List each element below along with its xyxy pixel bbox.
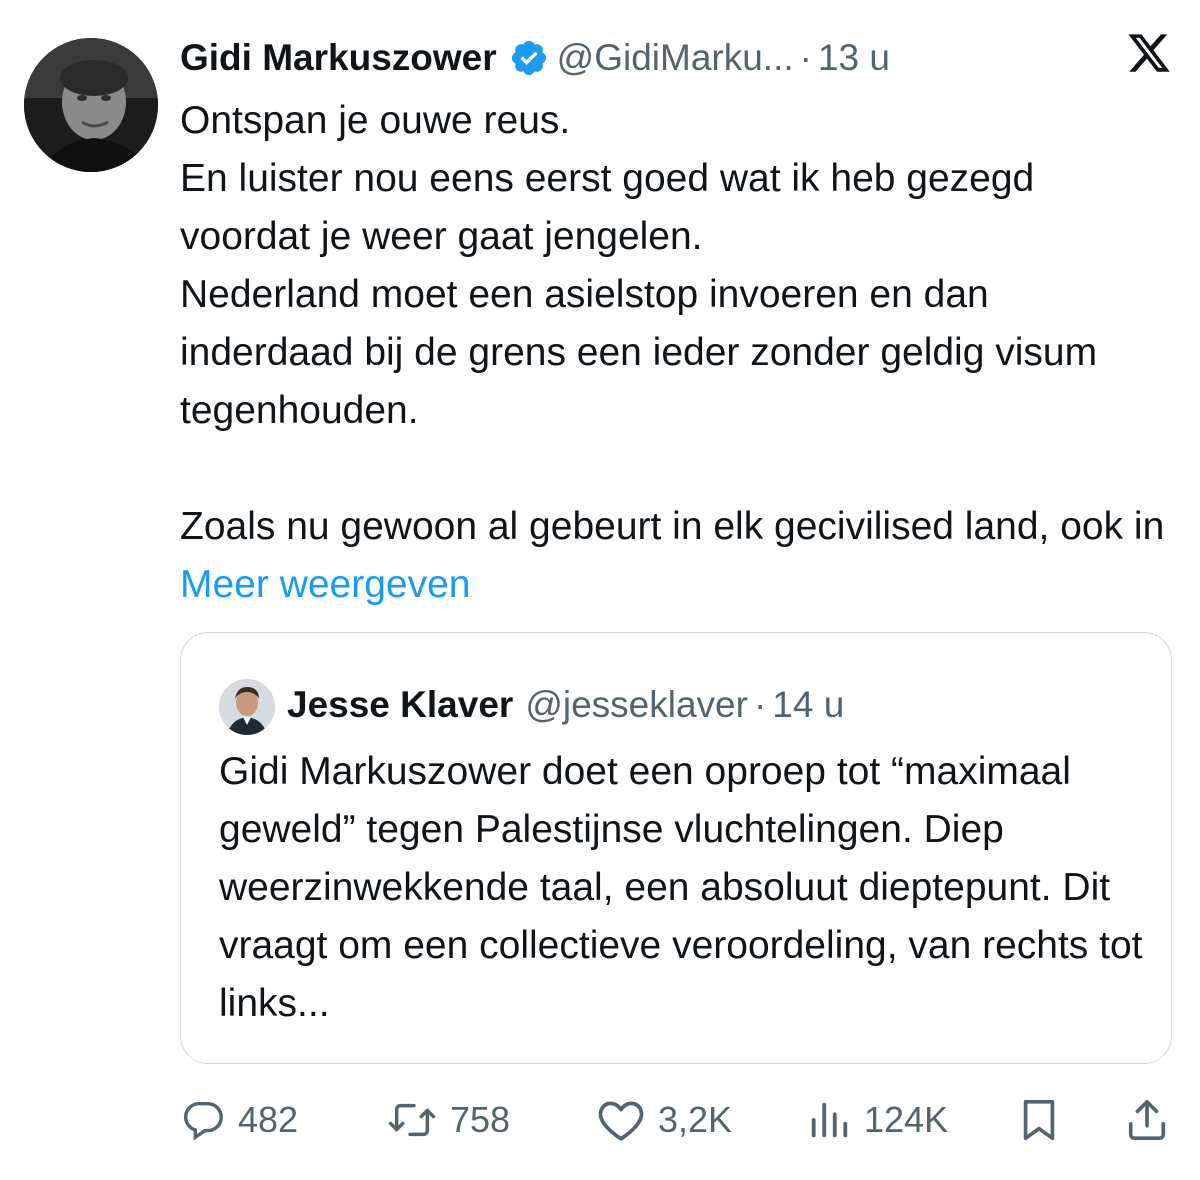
views-button[interactable]: 124K (806, 1090, 948, 1150)
x-logo-icon[interactable] (1126, 30, 1172, 76)
repost-button[interactable]: 758 (386, 1090, 510, 1150)
tweet-line-1: Ontspan je ouwe reus. (180, 99, 571, 142)
quoted-tweet-header: Jesse Klaver @jesseklaver · 14 u (287, 677, 844, 733)
quoted-timestamp[interactable]: 14 u (772, 684, 844, 726)
author-handle[interactable]: @GidiMarku... (557, 37, 794, 79)
tweet-line-3: Nederland moet een asielstop invoeren en… (180, 273, 1098, 432)
like-button[interactable]: 3,2K (596, 1090, 732, 1150)
tweet-line-2: En luister nou eens eerst goed wat ik he… (180, 157, 1035, 258)
like-count: 3,2K (658, 1099, 733, 1140)
reply-icon (180, 1097, 226, 1143)
tweet-timestamp[interactable]: 13 u (818, 37, 890, 79)
quoted-author-avatar[interactable] (219, 679, 275, 735)
quoted-author-handle[interactable]: @jesseklaver (525, 684, 748, 726)
repost-icon (386, 1097, 438, 1143)
quoted-author-name[interactable]: Jesse Klaver (287, 684, 513, 726)
views-count: 124K (864, 1099, 949, 1140)
verified-badge-icon (509, 38, 549, 78)
views-icon (806, 1097, 852, 1143)
repost-count: 758 (450, 1099, 511, 1140)
tweet: Gidi Markuszower @GidiMarku... · 13 u On… (0, 0, 1200, 1180)
quoted-header-separator: · (753, 684, 767, 725)
bookmark-button[interactable] (1016, 1090, 1062, 1150)
quoted-tweet-text: Gidi Markuszower doet een oproep tot “ma… (219, 750, 1143, 1025)
author-avatar[interactable] (24, 38, 158, 172)
tweet-text: Ontspan je ouwe reus. En luister nou een… (180, 92, 1170, 614)
tweet-paragraph-2-text: Zoals nu gewoon al gebeurt in elk gecivi… (180, 505, 1165, 548)
show-more-link[interactable]: Meer weergeven (180, 563, 470, 606)
share-button[interactable] (1124, 1090, 1170, 1150)
author-name[interactable]: Gidi Markuszower (180, 37, 497, 79)
tweet-paragraph-2: Zoals nu gewoon al gebeurt in elk gecivi… (180, 498, 1170, 614)
heart-icon (596, 1097, 646, 1143)
action-bar: 482 758 3,2K 124K (0, 1090, 1200, 1150)
bookmark-icon (1016, 1097, 1062, 1143)
share-icon (1124, 1097, 1170, 1143)
reply-count: 482 (238, 1099, 299, 1140)
tweet-header: Gidi Markuszower @GidiMarku... · 13 u (180, 32, 890, 84)
header-separator: · (799, 37, 812, 78)
reply-button[interactable]: 482 (180, 1090, 298, 1150)
quoted-tweet[interactable]: Jesse Klaver @jesseklaver · 14 u Gidi Ma… (180, 632, 1172, 1064)
